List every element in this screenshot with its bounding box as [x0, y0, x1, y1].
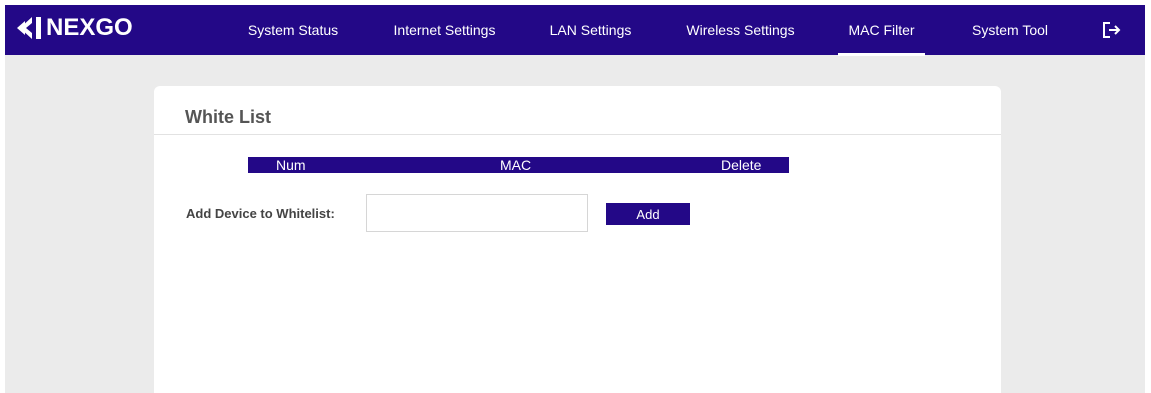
brand-name: NEXGO [46, 14, 133, 41]
nav-system-tool[interactable]: System Tool [969, 5, 1051, 55]
whitelist-table-header: Num MAC Delete [248, 157, 789, 173]
page-frame: NEXGO System Status Internet Settings LA… [5, 5, 1145, 393]
add-device-label: Add Device to Whitelist: [186, 206, 335, 221]
nav-internet-settings[interactable]: Internet Settings [390, 5, 499, 55]
nav-lan-settings[interactable]: LAN Settings [548, 5, 633, 55]
add-button[interactable]: Add [606, 203, 690, 225]
nav-wireless-settings[interactable]: Wireless Settings [684, 5, 797, 55]
brand-logo[interactable]: NEXGO [16, 14, 133, 42]
column-header-mac: MAC [500, 157, 532, 173]
whitelist-panel: White List Num MAC Delete Add Device to … [154, 86, 1001, 393]
logout-icon[interactable] [1102, 21, 1122, 39]
title-divider [154, 134, 1001, 135]
column-header-num: Num [276, 157, 306, 173]
top-navbar: NEXGO System Status Internet Settings LA… [5, 5, 1145, 56]
nav-system-status[interactable]: System Status [246, 5, 340, 55]
mac-address-input[interactable] [366, 194, 588, 232]
page-title: White List [185, 107, 271, 127]
column-header-delete: Delete [721, 157, 762, 173]
nav-mac-filter[interactable]: MAC Filter [838, 5, 925, 56]
nexgo-logo-icon [17, 17, 41, 39]
